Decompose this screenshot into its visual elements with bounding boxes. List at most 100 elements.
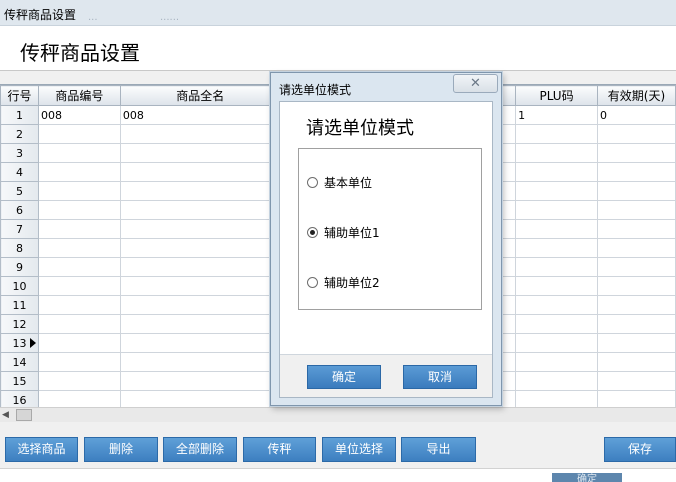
code-cell[interactable] xyxy=(37,333,121,353)
ok-button[interactable]: 确定 xyxy=(307,365,381,389)
name-cell[interactable] xyxy=(119,124,281,144)
plu-cell[interactable] xyxy=(515,181,598,201)
name-cell[interactable] xyxy=(119,162,281,182)
expiry-cell[interactable] xyxy=(596,219,676,239)
column-header-name[interactable]: 商品全名 xyxy=(119,85,281,106)
name-cell[interactable] xyxy=(119,238,281,258)
name-cell[interactable] xyxy=(119,371,281,391)
row-number-cell[interactable]: 3 xyxy=(0,143,39,163)
expiry-cell[interactable] xyxy=(596,333,676,353)
code-cell[interactable] xyxy=(37,314,121,334)
column-header-row-no[interactable]: 行号 xyxy=(0,85,39,106)
row-number-cell[interactable]: 10 xyxy=(0,276,39,296)
row-number-cell[interactable]: 4 xyxy=(0,162,39,182)
name-cell[interactable] xyxy=(119,352,281,372)
name-cell[interactable] xyxy=(119,219,281,239)
expiry-cell[interactable] xyxy=(596,314,676,334)
name-cell[interactable] xyxy=(119,143,281,163)
expiry-cell[interactable]: 0 xyxy=(596,105,676,125)
radio-option-aux-unit-1[interactable]: 辅助单位1 xyxy=(307,224,380,241)
radio-option-basic-unit[interactable]: 基本单位 xyxy=(307,174,372,191)
scrollbar-thumb[interactable] xyxy=(16,409,32,421)
row-number-cell[interactable]: 12 xyxy=(0,314,39,334)
plu-cell[interactable] xyxy=(515,143,598,163)
plu-cell[interactable] xyxy=(515,390,598,407)
expiry-cell[interactable] xyxy=(596,200,676,220)
transfer-to-scale-button[interactable]: 传秤 xyxy=(243,437,316,462)
expiry-cell[interactable] xyxy=(596,143,676,163)
row-number-cell[interactable]: 6 xyxy=(0,200,39,220)
row-number-cell[interactable]: 16 xyxy=(0,390,39,407)
plu-cell[interactable] xyxy=(515,352,598,372)
export-button[interactable]: 导出 xyxy=(401,437,476,462)
column-header-plu[interactable]: PLU码 xyxy=(515,85,598,106)
row-number-cell[interactable]: 15 xyxy=(0,371,39,391)
plu-cell[interactable]: 1 xyxy=(515,105,598,125)
unit-select-button[interactable]: 单位选择 xyxy=(322,437,396,462)
expiry-cell[interactable] xyxy=(596,352,676,372)
expiry-cell[interactable] xyxy=(596,295,676,315)
row-number-cell[interactable]: 8 xyxy=(0,238,39,258)
name-cell[interactable] xyxy=(119,295,281,315)
plu-cell[interactable] xyxy=(515,257,598,277)
code-cell[interactable]: 008 xyxy=(37,105,121,125)
code-cell[interactable] xyxy=(37,162,121,182)
column-header-code[interactable]: 商品编号 xyxy=(37,85,121,106)
code-cell[interactable] xyxy=(37,295,121,315)
expiry-cell[interactable] xyxy=(596,390,676,407)
plu-cell[interactable] xyxy=(515,238,598,258)
radio-button[interactable] xyxy=(307,277,318,288)
radio-option-aux-unit-2[interactable]: 辅助单位2 xyxy=(307,274,380,291)
expiry-cell[interactable] xyxy=(596,371,676,391)
radio-label[interactable]: 辅助单位1 xyxy=(324,224,380,241)
expiry-cell[interactable] xyxy=(596,162,676,182)
name-cell[interactable]: 008 xyxy=(119,105,281,125)
row-number-cell[interactable]: 1 xyxy=(0,105,39,125)
plu-cell[interactable] xyxy=(515,371,598,391)
row-number-cell[interactable]: 7 xyxy=(0,219,39,239)
column-header-expiry[interactable]: 有效期(天) xyxy=(596,85,676,106)
name-cell[interactable] xyxy=(119,390,281,407)
code-cell[interactable] xyxy=(37,352,121,372)
cancel-button[interactable]: 取消 xyxy=(403,365,477,389)
row-number-cell[interactable]: 9 xyxy=(0,257,39,277)
code-cell[interactable] xyxy=(37,238,121,258)
expiry-cell[interactable] xyxy=(596,181,676,201)
scroll-left-icon[interactable]: ◀ xyxy=(2,410,9,420)
select-goods-button[interactable]: 选择商品 xyxy=(5,437,78,462)
delete-all-button[interactable]: 全部删除 xyxy=(163,437,237,462)
plu-cell[interactable] xyxy=(515,333,598,353)
radio-label[interactable]: 辅助单位2 xyxy=(324,274,380,291)
code-cell[interactable] xyxy=(37,124,121,144)
radio-label[interactable]: 基本单位 xyxy=(324,174,372,191)
radio-button[interactable] xyxy=(307,227,318,238)
code-cell[interactable] xyxy=(37,371,121,391)
name-cell[interactable] xyxy=(119,257,281,277)
plu-cell[interactable] xyxy=(515,200,598,220)
row-number-cell[interactable]: 14 xyxy=(0,352,39,372)
expiry-cell[interactable] xyxy=(596,257,676,277)
expiry-cell[interactable] xyxy=(596,238,676,258)
code-cell[interactable] xyxy=(37,390,121,407)
plu-cell[interactable] xyxy=(515,276,598,296)
row-number-cell[interactable]: 11 xyxy=(0,295,39,315)
horizontal-scrollbar[interactable]: ◀ xyxy=(0,407,676,422)
radio-button[interactable] xyxy=(307,177,318,188)
row-number-cell[interactable]: 13 xyxy=(0,333,39,353)
expiry-cell[interactable] xyxy=(596,276,676,296)
save-button[interactable]: 保存 xyxy=(604,437,676,462)
plu-cell[interactable] xyxy=(515,219,598,239)
code-cell[interactable] xyxy=(37,219,121,239)
name-cell[interactable] xyxy=(119,333,281,353)
name-cell[interactable] xyxy=(119,181,281,201)
plu-cell[interactable] xyxy=(515,314,598,334)
dialog-close-button[interactable]: ✕ xyxy=(453,74,498,93)
row-number-cell[interactable]: 5 xyxy=(0,181,39,201)
expiry-cell[interactable] xyxy=(596,124,676,144)
code-cell[interactable] xyxy=(37,200,121,220)
row-number-cell[interactable]: 2 xyxy=(0,124,39,144)
plu-cell[interactable] xyxy=(515,124,598,144)
code-cell[interactable] xyxy=(37,181,121,201)
name-cell[interactable] xyxy=(119,314,281,334)
plu-cell[interactable] xyxy=(515,295,598,315)
